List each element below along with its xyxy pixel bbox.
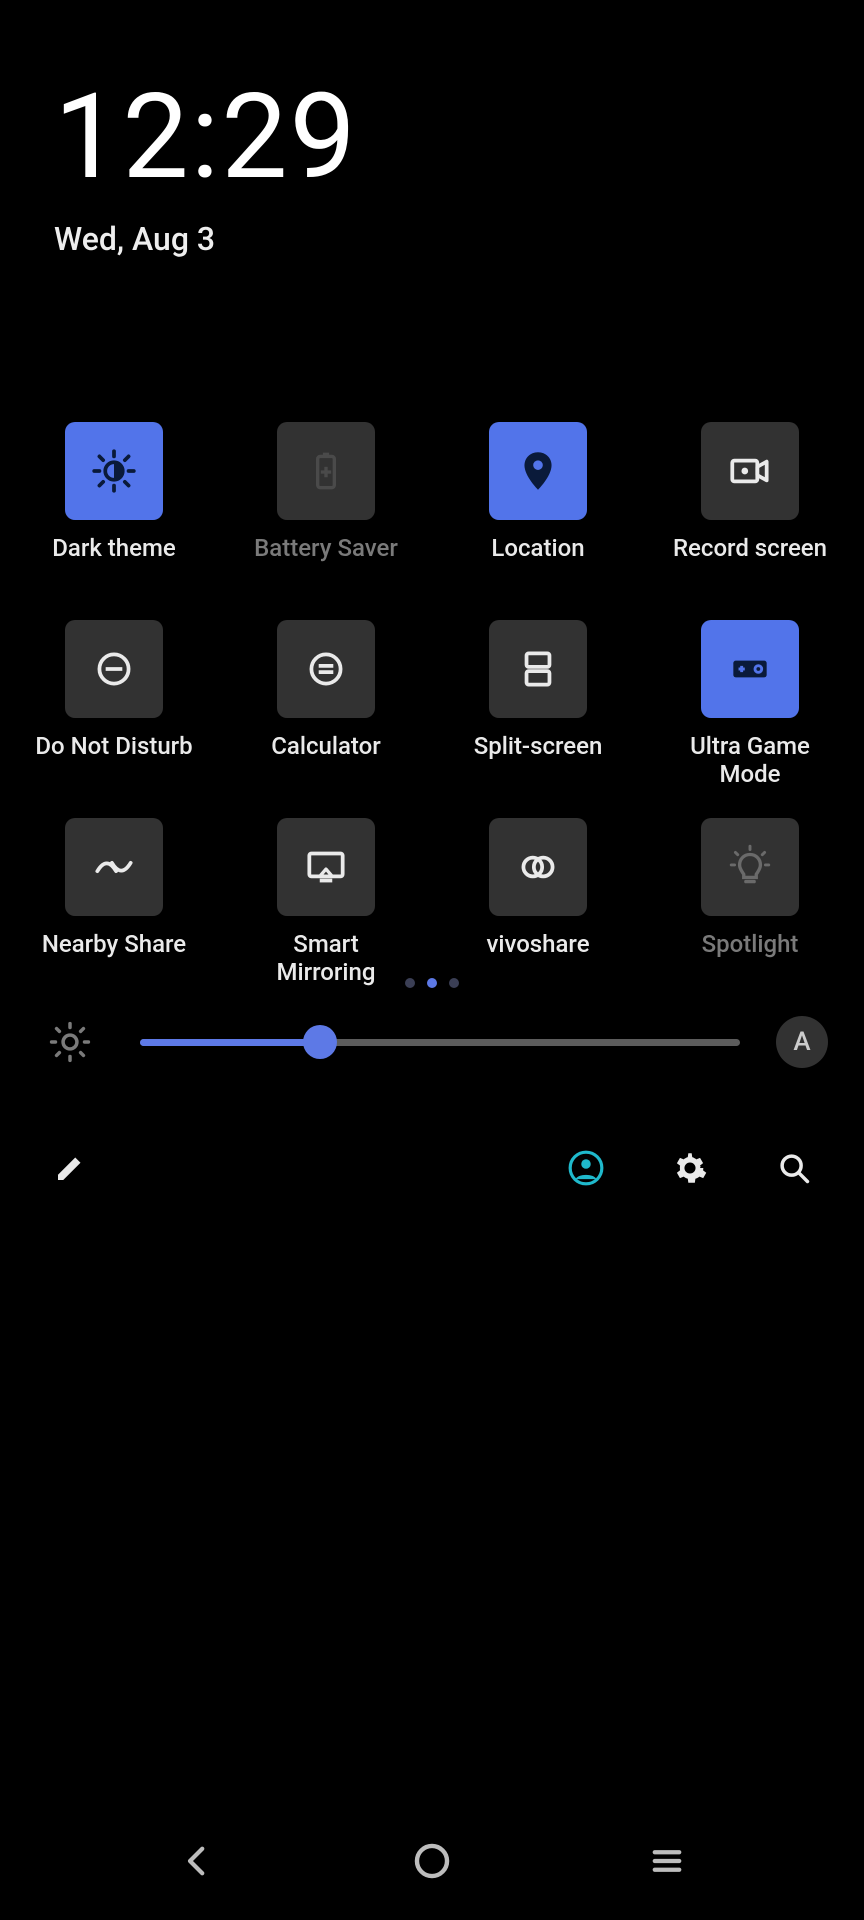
brightness-theme-icon [89, 446, 139, 496]
location-pin-icon [513, 446, 563, 496]
slider-fill [140, 1039, 320, 1046]
pager-dot [405, 978, 415, 988]
dnd-icon [89, 644, 139, 694]
tile-box [701, 818, 799, 916]
tile-label: Battery Saver [254, 534, 398, 590]
tile-box [65, 422, 163, 520]
tile-box [489, 422, 587, 520]
nav-home-button[interactable] [402, 1831, 462, 1891]
nav-back-button[interactable] [167, 1831, 227, 1891]
tile-box [489, 620, 587, 718]
edit-button[interactable] [44, 1142, 96, 1194]
vivoshare-icon [513, 842, 563, 892]
tile-label: Calculator [271, 732, 380, 788]
tile-location[interactable]: Location [440, 422, 636, 590]
header: 12:29 Wed, Aug 3 [0, 0, 864, 258]
tile-calculator[interactable]: Calculator [228, 620, 424, 788]
circle-icon [410, 1839, 454, 1883]
pager-dot [449, 978, 459, 988]
tile-label: Do Not Disturb [35, 732, 192, 788]
tile-label: Dark theme [52, 534, 176, 590]
navigation-bar [0, 1812, 864, 1920]
tile-label: Split-screen [474, 732, 603, 788]
nearby-share-icon [89, 842, 139, 892]
chevron-left-icon [176, 1840, 218, 1882]
gamepad-icon [725, 644, 775, 694]
bottom-icon-row [0, 1142, 864, 1194]
gear-icon [671, 1149, 709, 1187]
tile-ultra-game-mode[interactable]: Ultra Game Mode [652, 620, 848, 788]
settings-button[interactable] [664, 1142, 716, 1194]
cast-icon [301, 842, 351, 892]
pencil-icon [52, 1150, 88, 1186]
user-icon [567, 1149, 605, 1187]
tile-box [277, 422, 375, 520]
tile-do-not-disturb[interactable]: Do Not Disturb [16, 620, 212, 788]
nav-recents-button[interactable] [637, 1831, 697, 1891]
clock-time: 12:29 [54, 78, 810, 196]
tile-box [701, 620, 799, 718]
battery-icon [301, 446, 351, 496]
auto-brightness-label: A [793, 1027, 810, 1057]
tile-box [489, 818, 587, 916]
brightness-row: A [0, 1016, 864, 1068]
tile-box [277, 818, 375, 916]
tile-label: Smart Mirroring [277, 930, 376, 986]
search-icon [775, 1149, 813, 1187]
tile-nearby-share[interactable]: Nearby Share [16, 818, 212, 986]
tile-spotlight[interactable]: Spotlight [652, 818, 848, 986]
tile-label: vivoshare [486, 930, 589, 986]
user-profile-button[interactable] [560, 1142, 612, 1194]
quick-settings-grid: Dark theme Battery Saver Location [0, 422, 864, 986]
tile-box [701, 422, 799, 520]
brightness-slider[interactable] [140, 1039, 740, 1046]
tile-label: Nearby Share [42, 930, 186, 986]
lightbulb-icon [725, 842, 775, 892]
tile-label: Location [491, 534, 584, 590]
tile-smart-mirroring[interactable]: Smart Mirroring [228, 818, 424, 986]
tile-label: Ultra Game Mode [690, 732, 810, 788]
tile-box [65, 620, 163, 718]
menu-icon [646, 1840, 688, 1882]
tile-dark-theme[interactable]: Dark theme [16, 422, 212, 590]
tile-split-screen[interactable]: Split-screen [440, 620, 636, 788]
tile-box [277, 620, 375, 718]
header-date: Wed, Aug 3 [54, 220, 810, 258]
pager-dot-active [427, 978, 437, 988]
brightness-sun-icon [36, 1016, 104, 1068]
slider-thumb[interactable] [303, 1025, 337, 1059]
calculator-icon [301, 644, 351, 694]
split-screen-icon [513, 644, 563, 694]
tile-label: Spotlight [702, 930, 799, 986]
tile-label: Record screen [673, 534, 827, 590]
auto-brightness-button[interactable]: A [776, 1016, 828, 1068]
tile-vivoshare[interactable]: vivoshare [440, 818, 636, 986]
search-button[interactable] [768, 1142, 820, 1194]
tile-box [65, 818, 163, 916]
tile-record-screen[interactable]: Record screen [652, 422, 848, 590]
video-camera-icon [725, 446, 775, 496]
tile-battery-saver[interactable]: Battery Saver [228, 422, 424, 590]
